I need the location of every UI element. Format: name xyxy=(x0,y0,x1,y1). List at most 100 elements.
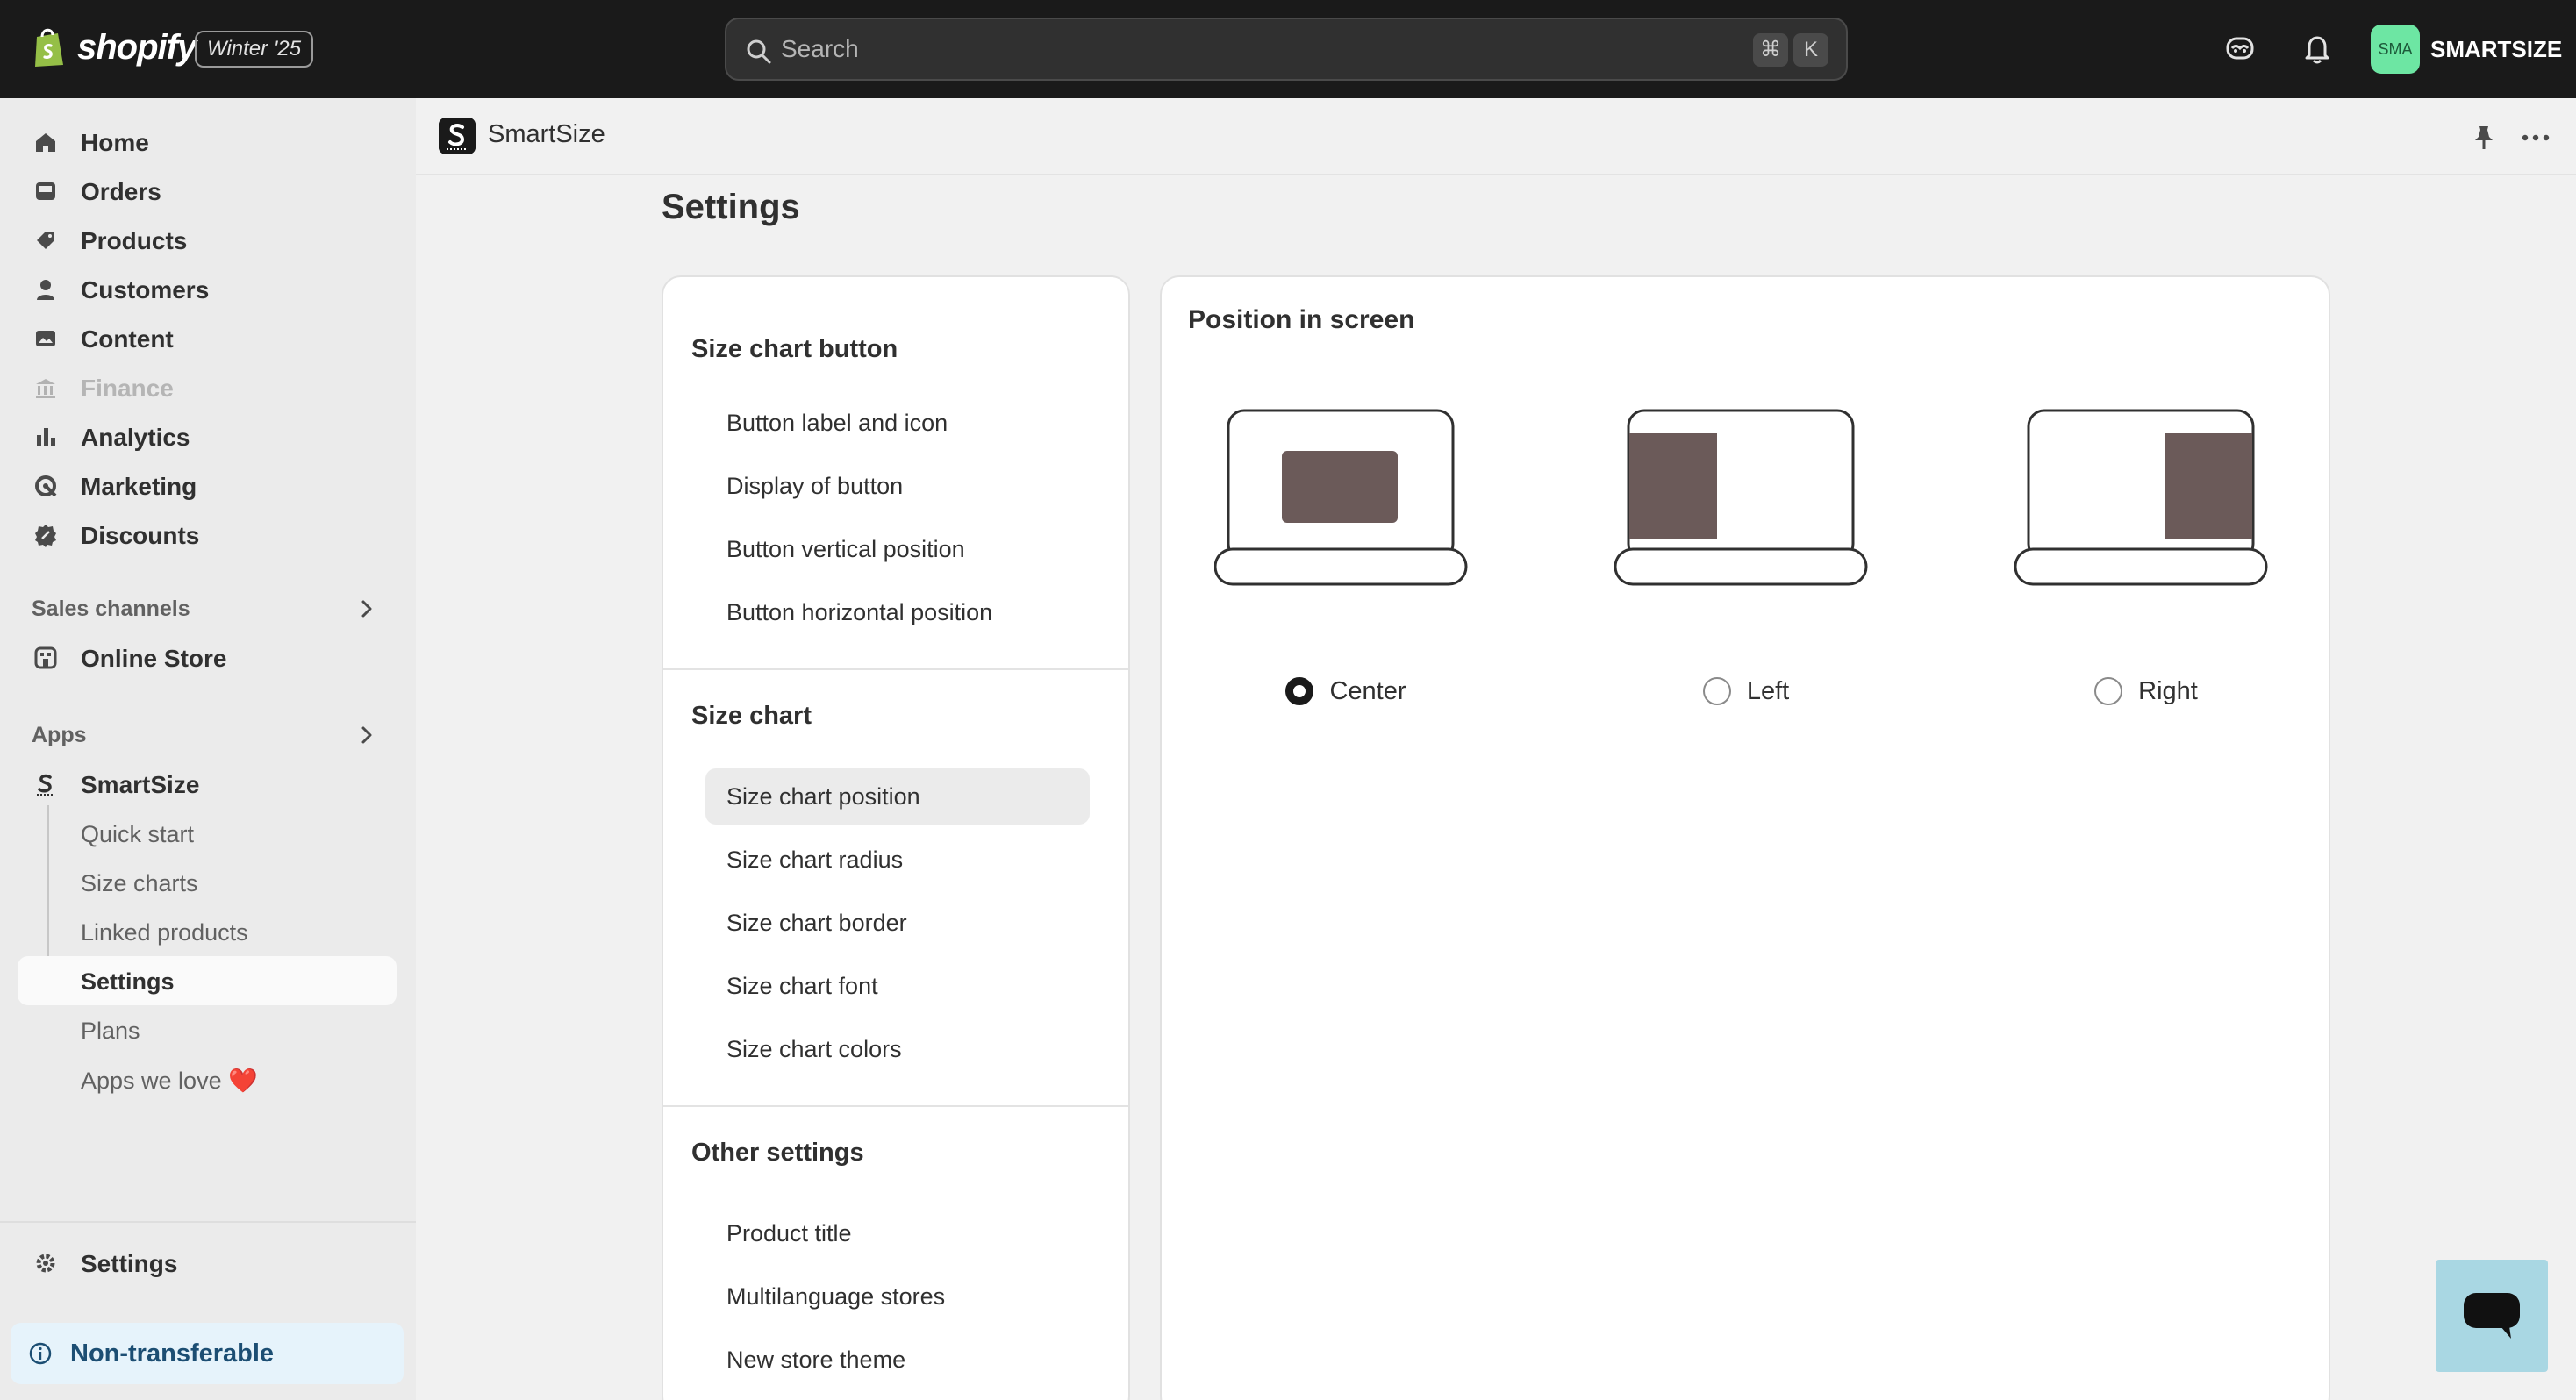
menu-item-label: Size chart border xyxy=(726,910,907,936)
menu-item-label: Size chart font xyxy=(726,973,878,999)
sidebar-subitem-size-charts[interactable]: Size charts xyxy=(18,858,397,907)
sidebar-subitem-linked-products[interactable]: Linked products xyxy=(18,907,397,956)
store-icon xyxy=(34,646,57,669)
sidebar-subitem-settings[interactable]: Settings xyxy=(18,956,397,1005)
menu-item-size-chart-font[interactable]: Size chart font xyxy=(705,958,1090,1014)
sidebar-item-label: Online Store xyxy=(81,645,227,672)
store-menu-button[interactable]: SMA SMARTSIZE xyxy=(2371,25,2562,74)
chevron-right-icon[interactable] xyxy=(354,596,379,621)
target-icon xyxy=(35,475,57,497)
menu-item-size-chart-radius[interactable]: Size chart radius xyxy=(705,832,1090,888)
menu-item-label: Size chart radius xyxy=(726,846,904,873)
store-name: SMARTSIZE xyxy=(2430,35,2563,62)
sidebar-subitem-label: Plans xyxy=(81,1018,140,1044)
menu-item-label: Button horizontal position xyxy=(726,599,993,625)
sidebar-item-orders[interactable]: Orders xyxy=(18,167,397,216)
discount-icon xyxy=(35,525,56,547)
laptop-center-illustration xyxy=(1214,409,1468,586)
sales-channels-header[interactable]: Sales channels xyxy=(32,584,397,633)
position-option-right[interactable]: Right xyxy=(2014,409,2278,742)
sidebar-item-marketing[interactable]: Marketing xyxy=(18,461,397,511)
sidebar-subitem-plans[interactable]: Plans xyxy=(18,1005,397,1054)
notice-label: Non-transferable xyxy=(70,1339,275,1368)
sidebar-item-label: Settings xyxy=(81,1250,178,1277)
position-in-screen-card: Position in screen Center Left Right xyxy=(1160,275,2330,1400)
sidebar-subitem-label: Settings xyxy=(81,968,175,995)
sidebar-item-smartsize[interactable]: SmartSize xyxy=(18,760,397,809)
sidebar-subitem-quick-start[interactable]: Quick start xyxy=(18,809,397,858)
page-title: Settings xyxy=(662,188,800,226)
chat-bubble-icon xyxy=(2464,1293,2520,1339)
more-actions-icon[interactable] xyxy=(2518,123,2553,153)
sidebar-item-analytics[interactable]: Analytics xyxy=(18,412,397,461)
sidebar-item-label: Marketing xyxy=(81,473,197,500)
laptop-left-illustration xyxy=(1614,409,1868,586)
search-input[interactable] xyxy=(781,28,1571,70)
radio-left[interactable] xyxy=(1702,677,1731,705)
smartsize-app-icon xyxy=(37,774,54,796)
laptop-right-illustration xyxy=(2014,409,2268,586)
menu-item-label: Button label and icon xyxy=(726,410,948,436)
brand-wordmark: shopify xyxy=(77,27,197,67)
sidebar-item-customers[interactable]: Customers xyxy=(18,265,397,314)
position-option-center[interactable]: Center xyxy=(1214,409,1478,742)
menu-item-size-chart-colors[interactable]: Size chart colors xyxy=(705,1021,1090,1077)
chevron-right-icon[interactable] xyxy=(354,723,379,747)
search-bar[interactable]: ⌘ K xyxy=(725,18,1848,81)
menu-item-product-title[interactable]: Product title xyxy=(705,1205,1090,1261)
menu-item-multilanguage-stores[interactable]: Multilanguage stores xyxy=(705,1268,1090,1325)
sidebar-item-products[interactable]: Products xyxy=(18,216,397,265)
home-icon xyxy=(36,133,55,152)
shortcut-k-key: K xyxy=(1793,33,1828,67)
sidebar-item-settings[interactable]: Settings xyxy=(18,1239,397,1288)
menu-section-heading: Size chart button xyxy=(691,335,898,363)
menu-item-size-chart-position[interactable]: Size chart position xyxy=(705,768,1090,825)
section-label: Sales channels xyxy=(32,596,190,621)
sidebar-item-finance[interactable]: Finance xyxy=(18,363,397,412)
settings-menu-card: Size chart button Button label and icon … xyxy=(662,275,1130,1400)
radio-center[interactable] xyxy=(1285,677,1314,705)
tag-icon xyxy=(37,232,54,249)
sidebar-item-label: Orders xyxy=(81,178,161,205)
apps-header[interactable]: Apps xyxy=(32,711,397,760)
menu-item-button-horizontal-position[interactable]: Button horizontal position xyxy=(705,584,1090,640)
menu-item-button-vertical-position[interactable]: Button vertical position xyxy=(705,521,1090,577)
menu-divider xyxy=(663,668,1128,670)
sidebar-item-label: Products xyxy=(81,227,188,254)
sidekick-icon[interactable] xyxy=(2223,32,2257,65)
image-icon xyxy=(36,331,55,346)
menu-item-button-label-and-icon[interactable]: Button label and icon xyxy=(705,395,1090,451)
edition-badge[interactable]: Winter '25 xyxy=(195,31,314,68)
menu-section-heading: Size chart xyxy=(691,702,812,730)
bell-icon[interactable] xyxy=(2301,32,2334,65)
radio-label: Center xyxy=(1329,676,1406,705)
position-option-left[interactable]: Left xyxy=(1614,409,1878,742)
sidebar-item-home[interactable]: Home xyxy=(18,118,397,167)
menu-item-new-store-theme[interactable]: New store theme xyxy=(705,1332,1090,1388)
avatar: SMA xyxy=(2371,25,2420,74)
top-bar: shopify Winter '25 ⌘ K SMA SMARTSIZE xyxy=(0,0,2576,98)
menu-item-label: Button vertical position xyxy=(726,536,965,562)
sidebar-item-content[interactable]: Content xyxy=(18,314,397,363)
pin-icon[interactable] xyxy=(2469,123,2499,153)
menu-divider xyxy=(663,1105,1128,1107)
app-title: SmartSize xyxy=(488,120,605,148)
menu-item-size-chart-border[interactable]: Size chart border xyxy=(705,895,1090,951)
menu-item-label: Size chart position xyxy=(726,783,920,810)
chat-support-button[interactable] xyxy=(2436,1260,2548,1372)
menu-item-display-of-button[interactable]: Display of button xyxy=(705,458,1090,514)
radio-right[interactable] xyxy=(2094,677,2123,705)
sidebar-divider xyxy=(0,1221,416,1223)
sidebar-item-online-store[interactable]: Online Store xyxy=(18,633,397,682)
non-transferable-banner[interactable]: Non-transferable xyxy=(11,1323,404,1384)
sidebar-item-discounts[interactable]: Discounts xyxy=(18,511,397,560)
menu-item-label: Multilanguage stores xyxy=(726,1283,946,1310)
sidebar-item-label: Analytics xyxy=(81,424,190,451)
radio-label: Left xyxy=(1746,676,1790,705)
app-header: SmartSize xyxy=(416,98,2576,175)
sidebar-subitem-apps-we-love[interactable]: Apps we love ❤️ xyxy=(18,1054,397,1104)
info-icon xyxy=(29,1342,52,1365)
shopify-bag-icon xyxy=(35,28,63,67)
sidebar-item-label: Finance xyxy=(81,375,174,402)
shopify-logo[interactable]: shopify xyxy=(32,26,197,68)
